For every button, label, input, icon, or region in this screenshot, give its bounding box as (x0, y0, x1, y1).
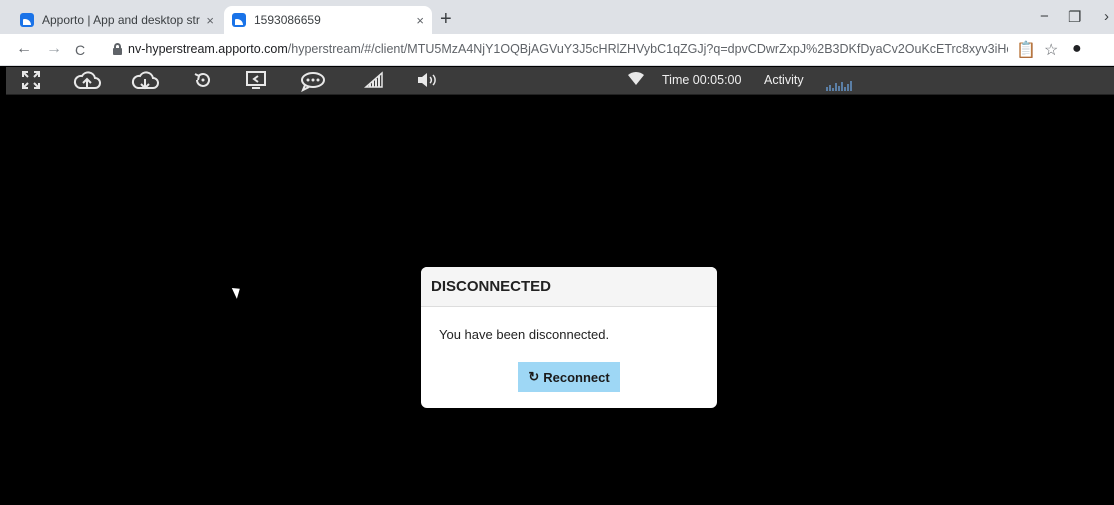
apporto-favicon-icon (232, 13, 246, 27)
close-tab-icon[interactable]: × (416, 13, 424, 28)
url-path: /hyperstream/#/client/MTU5MzA4NjY1OQBjAG… (287, 42, 1008, 56)
tab-apporto[interactable]: Apporto | App and desktop strea × (12, 6, 222, 34)
lock-icon (113, 43, 122, 55)
speaker-icon[interactable] (416, 70, 438, 92)
restore-icon[interactable]: ❐ (1068, 8, 1081, 26)
wifi-icon (626, 70, 646, 92)
apporto-favicon-icon (20, 13, 34, 27)
dialog-message: You have been disconnected. (439, 327, 610, 342)
reconnect-button[interactable]: ↻ Reconnect (518, 362, 620, 392)
stream-toolbar: Time 00:05:00 Activity (6, 67, 1114, 95)
address-bar: ← → C nv-hyperstream.apporto.com/hyperst… (0, 34, 1114, 66)
back-icon[interactable]: ← (16, 40, 32, 58)
refresh-icon: ↻ (528, 369, 540, 384)
signal-icon[interactable] (362, 70, 386, 92)
profile-icon[interactable]: ● (1072, 40, 1082, 58)
history-icon[interactable] (192, 70, 214, 92)
star-icon[interactable]: ☆ (1044, 40, 1058, 60)
dialog-title: DISCONNECTED (421, 267, 717, 307)
fullscreen-icon[interactable] (20, 70, 42, 92)
browser-tab-strip: Apporto | App and desktop strea × 159308… (0, 0, 1114, 34)
url-field[interactable]: nv-hyperstream.apporto.com/hyperstream/#… (128, 42, 1008, 56)
minimize-icon[interactable]: − (1040, 8, 1049, 25)
disconnected-dialog: DISCONNECTED You have been disconnected.… (421, 267, 717, 408)
close-window-icon[interactable]: › (1104, 8, 1109, 25)
tab-title: Apporto | App and desktop strea (42, 13, 201, 27)
upload-cloud-icon[interactable] (72, 70, 102, 92)
tab-title: 1593086659 (254, 13, 321, 27)
tab-session[interactable]: 1593086659 × (224, 6, 432, 34)
reload-icon[interactable]: C (75, 42, 85, 58)
new-tab-button[interactable]: + (440, 8, 452, 31)
forward-icon[interactable]: → (46, 40, 62, 58)
chat-icon[interactable] (298, 70, 328, 93)
share-screen-icon[interactable] (244, 70, 268, 92)
url-host: nv-hyperstream.apporto.com (128, 42, 288, 56)
close-tab-icon[interactable]: × (206, 13, 214, 28)
activity-graph (826, 75, 854, 91)
reconnect-label: Reconnect (543, 369, 610, 385)
session-timer: Time 00:05:00 (662, 73, 742, 87)
clipboard-icon[interactable]: 📋 (1016, 40, 1036, 60)
download-cloud-icon[interactable] (130, 70, 160, 92)
activity-label: Activity (764, 73, 804, 87)
